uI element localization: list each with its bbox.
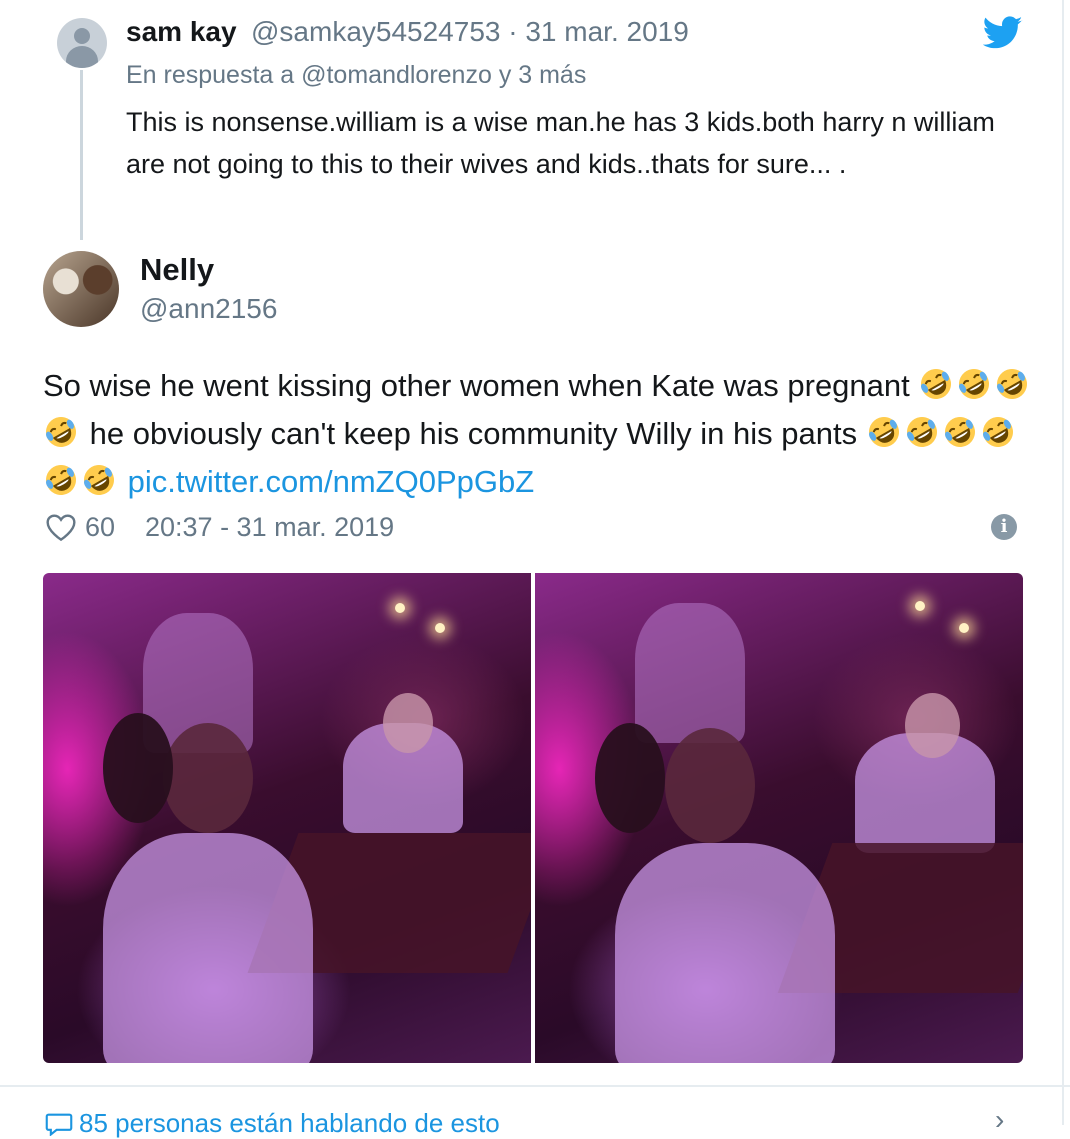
tweet-text: So wise he went kissing other women when… xyxy=(43,362,1033,506)
divider xyxy=(0,1085,1070,1087)
tweet-text-part2: he obviously can't keep his community Wi… xyxy=(81,416,866,451)
like-count: 60 xyxy=(85,512,116,542)
rolling-on-floor-laughing-icon xyxy=(997,369,1028,399)
media-link[interactable]: pic.twitter.com/nmZQ0PpGbZ xyxy=(128,464,535,499)
rolling-on-floor-laughing-icon xyxy=(921,369,952,399)
rolling-on-floor-laughing-icon xyxy=(906,417,937,447)
frame-border xyxy=(1062,0,1064,1125)
info-icon[interactable]: i xyxy=(991,514,1017,540)
rolling-on-floor-laughing-icon xyxy=(46,465,76,495)
media-photo-2[interactable] xyxy=(535,573,1023,1063)
avatar[interactable] xyxy=(57,18,107,68)
media-photo-1[interactable] xyxy=(43,573,531,1063)
tweet-meta-row: 60 20:37 - 31 mar. 2019 i xyxy=(45,508,1025,548)
conversation-link[interactable]: 85 personas están hablando de esto xyxy=(45,1108,500,1139)
reply-author-name[interactable]: sam kay xyxy=(126,16,237,48)
conversation-link-label: 85 personas están hablando de esto xyxy=(79,1108,500,1138)
chevron-right-icon[interactable]: › xyxy=(995,1104,1004,1136)
tweet-text-part1: So wise he went kissing other women when… xyxy=(43,368,919,403)
reply-tweet-text: This is nonsense.william is a wise man.h… xyxy=(126,107,995,179)
rolling-on-floor-laughing-icon xyxy=(944,417,975,447)
heart-icon[interactable] xyxy=(45,512,77,542)
tweet-timestamp[interactable]: 20:37 - 31 mar. 2019 xyxy=(145,512,394,543)
author-handle[interactable]: @ann2156 xyxy=(140,293,277,325)
rolling-on-floor-laughing-icon xyxy=(982,417,1013,447)
rolling-on-floor-laughing-icon xyxy=(868,417,899,447)
rolling-on-floor-laughing-icon xyxy=(46,417,76,447)
speech-bubble-icon xyxy=(45,1113,73,1137)
thread-connector-line xyxy=(80,70,83,240)
avatar[interactable] xyxy=(43,251,119,327)
rolling-on-floor-laughing-icon xyxy=(84,465,114,495)
rolling-on-floor-laughing-icon xyxy=(959,369,990,399)
reply-to-line[interactable]: En respuesta a @tomandlorenzo y 3 más xyxy=(126,61,586,90)
author-name[interactable]: Nelly xyxy=(140,252,214,288)
tweet-media[interactable] xyxy=(43,573,1023,1063)
reply-author-meta[interactable]: @samkay54524753 · 31 mar. 2019 xyxy=(251,16,689,48)
twitter-bird-icon[interactable] xyxy=(983,16,1023,50)
